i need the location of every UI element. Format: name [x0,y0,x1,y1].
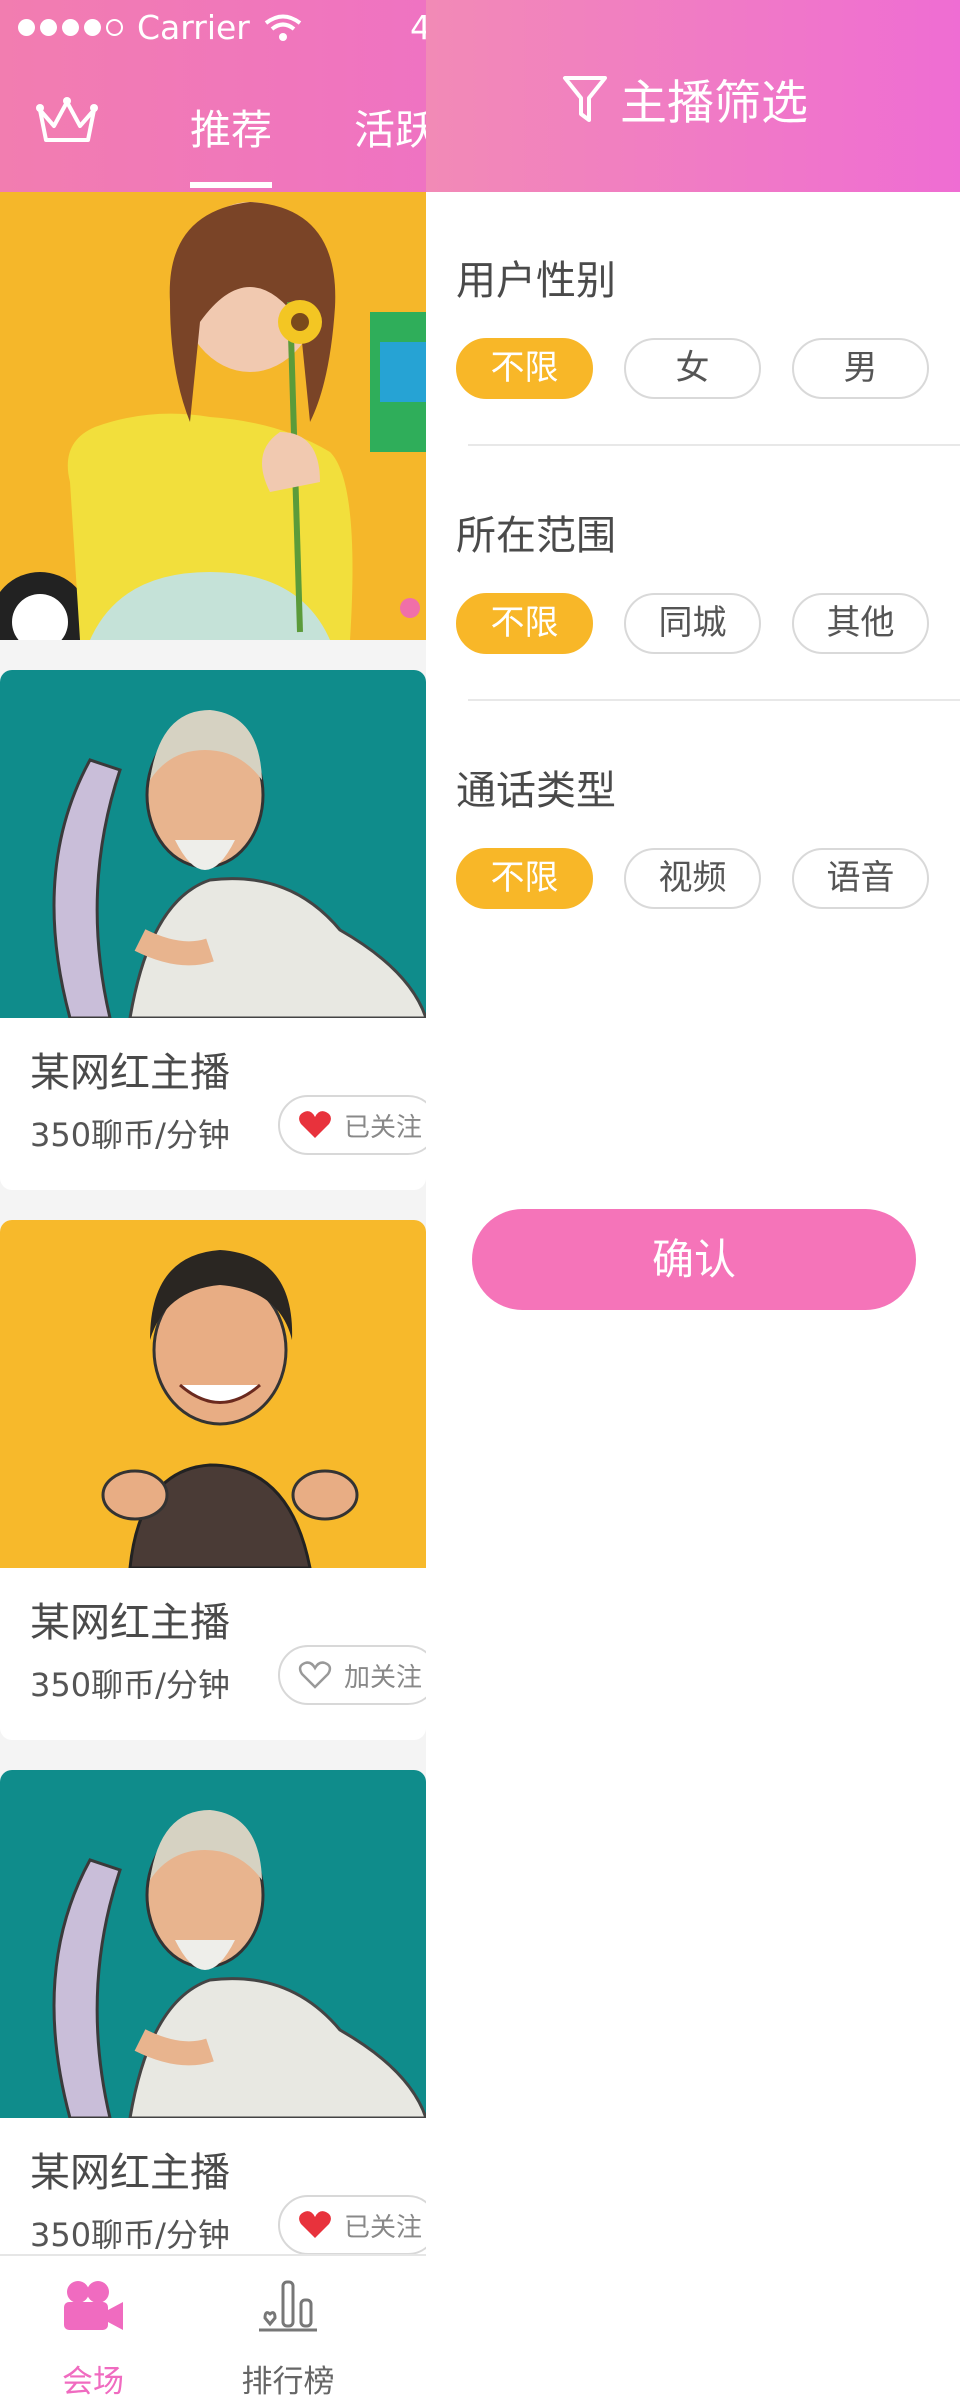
follow-button[interactable]: 已关注 [278,1095,426,1155]
option-unlimited[interactable]: 不限 [456,593,593,654]
heart-outline-icon [298,1661,332,1689]
follow-label: 加关注 [344,1662,423,1693]
section-divider [468,444,960,446]
option-other[interactable]: 其他 [792,593,929,654]
section-title: 所在范围 [456,513,616,559]
tabbar-label-venue: 会场 [62,2364,124,2400]
filter-header: 主播筛选 [426,0,960,192]
anchor-avatar-image [0,1220,426,1568]
option-voice[interactable]: 语音 [792,848,929,909]
option-unlimited[interactable]: 不限 [456,848,593,909]
follow-button[interactable]: 加关注 [278,1645,426,1705]
crown-icon[interactable] [34,96,100,148]
section-divider [468,699,960,701]
feed-background: Carrier 4 推荐 活跃 某网红主播 350聊币/分钟 已关注 某网红主播… [0,0,426,2400]
anchor-name: 某网红主播 [30,1600,230,1646]
banner-illustration [0,192,426,640]
chart-icon [259,2280,317,2332]
confirm-button[interactable]: 确认 [472,1209,916,1310]
heart-filled-icon [299,2211,331,2238]
follow-button[interactable]: 已关注 [278,2195,426,2255]
carrier-label: Carrier [137,8,250,47]
feed-header: Carrier 4 推荐 活跃 [0,0,426,192]
anchor-avatar-image [0,670,426,1018]
signal-dots-icon [18,19,123,36]
option-female[interactable]: 女 [624,338,761,399]
tab-active[interactable]: 活跃 [354,96,426,156]
anchor-name: 某网红主播 [30,2150,230,2196]
anchor-card[interactable]: 某网红主播 350聊币/分钟 已关注 [0,1770,426,2290]
carousel-indicator [400,598,420,618]
heart-filled-icon [299,1111,331,1138]
anchor-card[interactable]: 某网红主播 350聊币/分钟 加关注 [0,1220,426,1740]
anchor-price: 350聊币/分钟 [30,2216,230,2254]
banner-image[interactable] [0,192,426,640]
filter-panel: 主播筛选 用户性别 不限 女 男 所在范围 不限 同城 其他 通话类型 不限 视… [426,0,960,2400]
anchor-price: 350聊币/分钟 [30,1666,230,1704]
anchor-price: 350聊币/分钟 [30,1116,230,1154]
tabbar-item-venue[interactable]: 会场 [18,2256,168,2400]
follow-label: 已关注 [344,2212,423,2243]
anchor-avatar-image [0,1770,426,2118]
option-male[interactable]: 男 [792,338,929,399]
filter-title-group: 主播筛选 [562,64,808,133]
camera-icon [64,2281,123,2330]
option-video[interactable]: 视频 [624,848,761,909]
top-nav: 推荐 活跃 [0,90,426,188]
follow-label: 已关注 [344,1112,423,1143]
anchor-name: 某网红主播 [30,1050,230,1096]
status-bar: Carrier 4 [18,8,426,47]
bottom-tab-bar: 会场 排行榜 [0,2254,426,2400]
tabbar-label-ranking: 排行榜 [241,2364,335,2400]
anchor-card[interactable]: 某网红主播 350聊币/分钟 已关注 [0,670,426,1190]
option-same-city[interactable]: 同城 [624,593,761,654]
section-title: 通话类型 [456,768,616,814]
section-title: 用户性别 [456,258,616,304]
status-time: 4 [410,8,426,47]
filter-icon [563,75,607,122]
wifi-icon [264,14,302,41]
option-unlimited[interactable]: 不限 [456,338,593,399]
filter-title: 主播筛选 [620,76,808,131]
tabbar-item-ranking[interactable]: 排行榜 [213,2256,363,2400]
tab-recommend[interactable]: 推荐 [190,96,272,188]
